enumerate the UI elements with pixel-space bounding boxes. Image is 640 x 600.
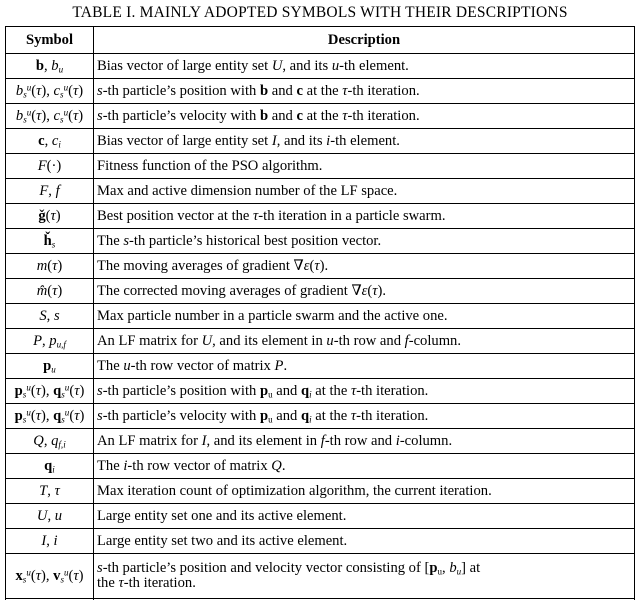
description-cell: Large entity set one and its active elem… [93, 503, 635, 529]
symbol-cell: pu [5, 353, 94, 379]
table-body: b, bu Bias vector of large entity set U,… [5, 53, 635, 600]
table-row: qi The i-th row vector of matrix Q. [5, 453, 635, 479]
description-cell: An LF matrix for I, and its element in f… [93, 428, 635, 454]
symbol-cell: b, bu [5, 53, 94, 79]
symbol-cell: P, pu,f [5, 328, 94, 354]
table-row: U, u Large entity set one and its active… [5, 503, 635, 529]
table-header-row: Symbol Description [5, 26, 635, 54]
symbol-cell: U, u [5, 503, 94, 529]
table-row: ȟs The s-th particle’s historical best … [5, 228, 635, 254]
symbol-cell: ȟs [5, 228, 94, 254]
description-cell: The moving averages of gradient ∇ε(τ). [93, 253, 635, 279]
symbol-cell: qi [5, 453, 94, 479]
symbols-table: Symbol Description b, bu Bias vector of … [5, 26, 635, 600]
table-row: c, ci Bias vector of large entity set I,… [5, 128, 635, 154]
table-caption-text: TABLE I. MAINLY ADOPTED SYMBOLS WITH THE… [72, 4, 568, 21]
table-row: m(τ) The moving averages of gradient ∇ε(… [5, 253, 635, 279]
description-cell: Bias vector of large entity set I, and i… [93, 128, 635, 154]
table-row: psu(τ), qsu(τ) s-th particle’s velocity … [5, 403, 635, 429]
table-header: Symbol Description [5, 26, 635, 54]
description-cell: s-th particle’s position with pu and qi … [93, 378, 635, 404]
symbol-cell: I, i [5, 528, 94, 554]
table-container: Symbol Description b, bu Bias vector of … [0, 26, 640, 600]
table-row: F(·) Fitness function of the PSO algorit… [5, 153, 635, 179]
description-cell: Max particle number in a particle swarm … [93, 303, 635, 329]
symbol-cell: c, ci [5, 128, 94, 154]
column-header-description: Description [93, 26, 635, 54]
description-cell: An LF matrix for U, and its element in u… [93, 328, 635, 354]
description-cell: Fitness function of the PSO algorithm. [93, 153, 635, 179]
table-row: pu The u-th row vector of matrix P. [5, 353, 635, 379]
table-row: I, i Large entity set two and its active… [5, 528, 635, 554]
description-cell: The u-th row vector of matrix P. [93, 353, 635, 379]
symbol-cell: F(·) [5, 153, 94, 179]
description-cell: s-th particle’s velocity with b and c at… [93, 103, 635, 129]
table-row: ǧ(τ) Best position vector at the τ-th it… [5, 203, 635, 229]
symbol-cell: psu(τ), qsu(τ) [5, 403, 94, 429]
symbol-cell: Q, qf,i [5, 428, 94, 454]
symbol-cell: m(τ) [5, 253, 94, 279]
symbol-cell: ǧ(τ) [5, 203, 94, 229]
description-cell: The corrected moving averages of gradien… [93, 278, 635, 304]
table-row: psu(τ), qsu(τ) s-th particle’s position … [5, 378, 635, 404]
symbol-cell: F, f [5, 178, 94, 204]
table-row: xsu(τ), vsu(τ) s-th particle’s position … [5, 553, 635, 599]
symbol-cell: bsu(τ), csu(τ) [5, 103, 94, 129]
column-header-symbol: Symbol [5, 26, 94, 54]
table-row: bsu(τ), csu(τ) s-th particle’s velocity … [5, 103, 635, 129]
symbol-cell: bsu(τ), csu(τ) [5, 78, 94, 104]
table-row: bsu(τ), csu(τ) s-th particle’s position … [5, 78, 635, 104]
symbol-cell: xsu(τ), vsu(τ) [5, 553, 94, 599]
symbol-cell: m̂(τ) [5, 278, 94, 304]
table-caption: TABLE I. MAINLY ADOPTED SYMBOLS WITH THE… [0, 0, 640, 26]
description-cell: Max and active dimension number of the L… [93, 178, 635, 204]
description-cell: s-th particle’s position with b and c at… [93, 78, 635, 104]
symbol-cell: psu(τ), qsu(τ) [5, 378, 94, 404]
table-row: m̂(τ) The corrected moving averages of g… [5, 278, 635, 304]
description-cell: Large entity set two and its active elem… [93, 528, 635, 554]
description-cell: s-th particle’s position and velocity ve… [93, 553, 635, 599]
table-row: Q, qf,i An LF matrix for I, and its elem… [5, 428, 635, 454]
table-row: T, τ Max iteration count of optimization… [5, 478, 635, 504]
table-row: b, bu Bias vector of large entity set U,… [5, 53, 635, 79]
symbol-cell: T, τ [5, 478, 94, 504]
description-cell: The i-th row vector of matrix Q. [93, 453, 635, 479]
table-row: P, pu,f An LF matrix for U, and its elem… [5, 328, 635, 354]
description-cell: The s-th particle’s historical best posi… [93, 228, 635, 254]
table-row: S, s Max particle number in a particle s… [5, 303, 635, 329]
description-cell: Best position vector at the τ-th iterati… [93, 203, 635, 229]
symbol-cell: S, s [5, 303, 94, 329]
table-row: F, f Max and active dimension number of … [5, 178, 635, 204]
description-cell: Bias vector of large entity set U, and i… [93, 53, 635, 79]
description-cell: Max iteration count of optimization algo… [93, 478, 635, 504]
description-cell: s-th particle’s velocity with pu and qi … [93, 403, 635, 429]
